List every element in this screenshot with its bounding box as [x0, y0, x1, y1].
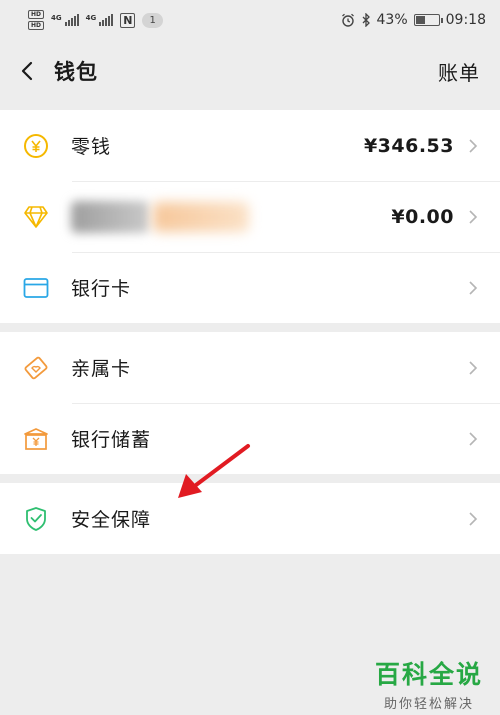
- battery-percent: 43%: [376, 12, 408, 28]
- chevron-right-icon: [469, 511, 478, 526]
- chevron-right-icon: [469, 138, 478, 153]
- coin-icon: [22, 132, 50, 160]
- row-bank-card[interactable]: 银行卡: [0, 252, 500, 323]
- row-blurred-item[interactable]: ¥0.00: [0, 181, 500, 252]
- back-icon[interactable]: [20, 61, 38, 81]
- bluetooth-icon: [362, 13, 370, 27]
- hd-icon: HD HD: [28, 10, 44, 30]
- network-type: 4G: [51, 14, 62, 22]
- blurred-label: [71, 200, 391, 234]
- bank-savings-icon: [22, 425, 50, 453]
- chevron-right-icon: [469, 280, 478, 295]
- wallet-page: HD HD 4G 4G N 1 43% 09:18 钱包 账单 零钱 ¥346.…: [0, 0, 500, 715]
- blurred-item-balance: ¥0.00: [391, 205, 454, 228]
- notification-badge: 1: [142, 12, 163, 28]
- row-label-family-card: 亲属卡: [71, 358, 132, 380]
- change-balance: ¥346.53: [363, 134, 454, 157]
- diamond-icon: [22, 203, 50, 231]
- alarm-icon: [341, 13, 354, 27]
- chevron-right-icon: [469, 209, 478, 224]
- bill-button[interactable]: 账单: [438, 57, 480, 86]
- page-title: 钱包: [54, 60, 98, 84]
- red-arrow-icon: [178, 444, 250, 498]
- wallet-group-balance: 零钱 ¥346.53 ¥0.00 银行卡: [0, 110, 500, 323]
- status-bar: HD HD 4G 4G N 1 43% 09:18: [0, 0, 500, 40]
- row-label-bank-card: 银行卡: [71, 278, 132, 300]
- nav-left: 钱包: [20, 56, 98, 86]
- signal-icon-2: 4G: [86, 14, 114, 26]
- chevron-right-icon: [469, 431, 478, 446]
- watermark-subtitle: 助你轻松解决: [383, 697, 474, 712]
- row-change[interactable]: 零钱 ¥346.53: [0, 110, 500, 181]
- bank-card-icon: [22, 274, 50, 302]
- shield-icon: [22, 505, 50, 533]
- battery-icon: [413, 14, 443, 26]
- family-card-icon: [22, 354, 50, 382]
- status-time: 09:18: [445, 12, 486, 28]
- row-label-change: 零钱: [71, 136, 112, 158]
- status-bar-left: HD HD 4G 4G N 1: [28, 10, 163, 30]
- nfc-icon: N: [120, 12, 136, 28]
- watermark-title: 百科全说: [374, 660, 483, 689]
- status-bar-right: 43% 09:18: [341, 12, 486, 28]
- signal-icon: 4G: [51, 14, 79, 26]
- watermark-logo: 百科全说 助你轻松解决: [368, 655, 490, 712]
- row-label-bank-savings: 银行储蓄: [71, 429, 152, 451]
- row-label-security: 安全保障: [71, 509, 152, 531]
- nav-bar: 钱包 账单: [0, 40, 500, 102]
- network-type-2: 4G: [85, 14, 97, 22]
- row-family-card[interactable]: 亲属卡: [0, 332, 500, 403]
- chevron-right-icon: [469, 360, 478, 375]
